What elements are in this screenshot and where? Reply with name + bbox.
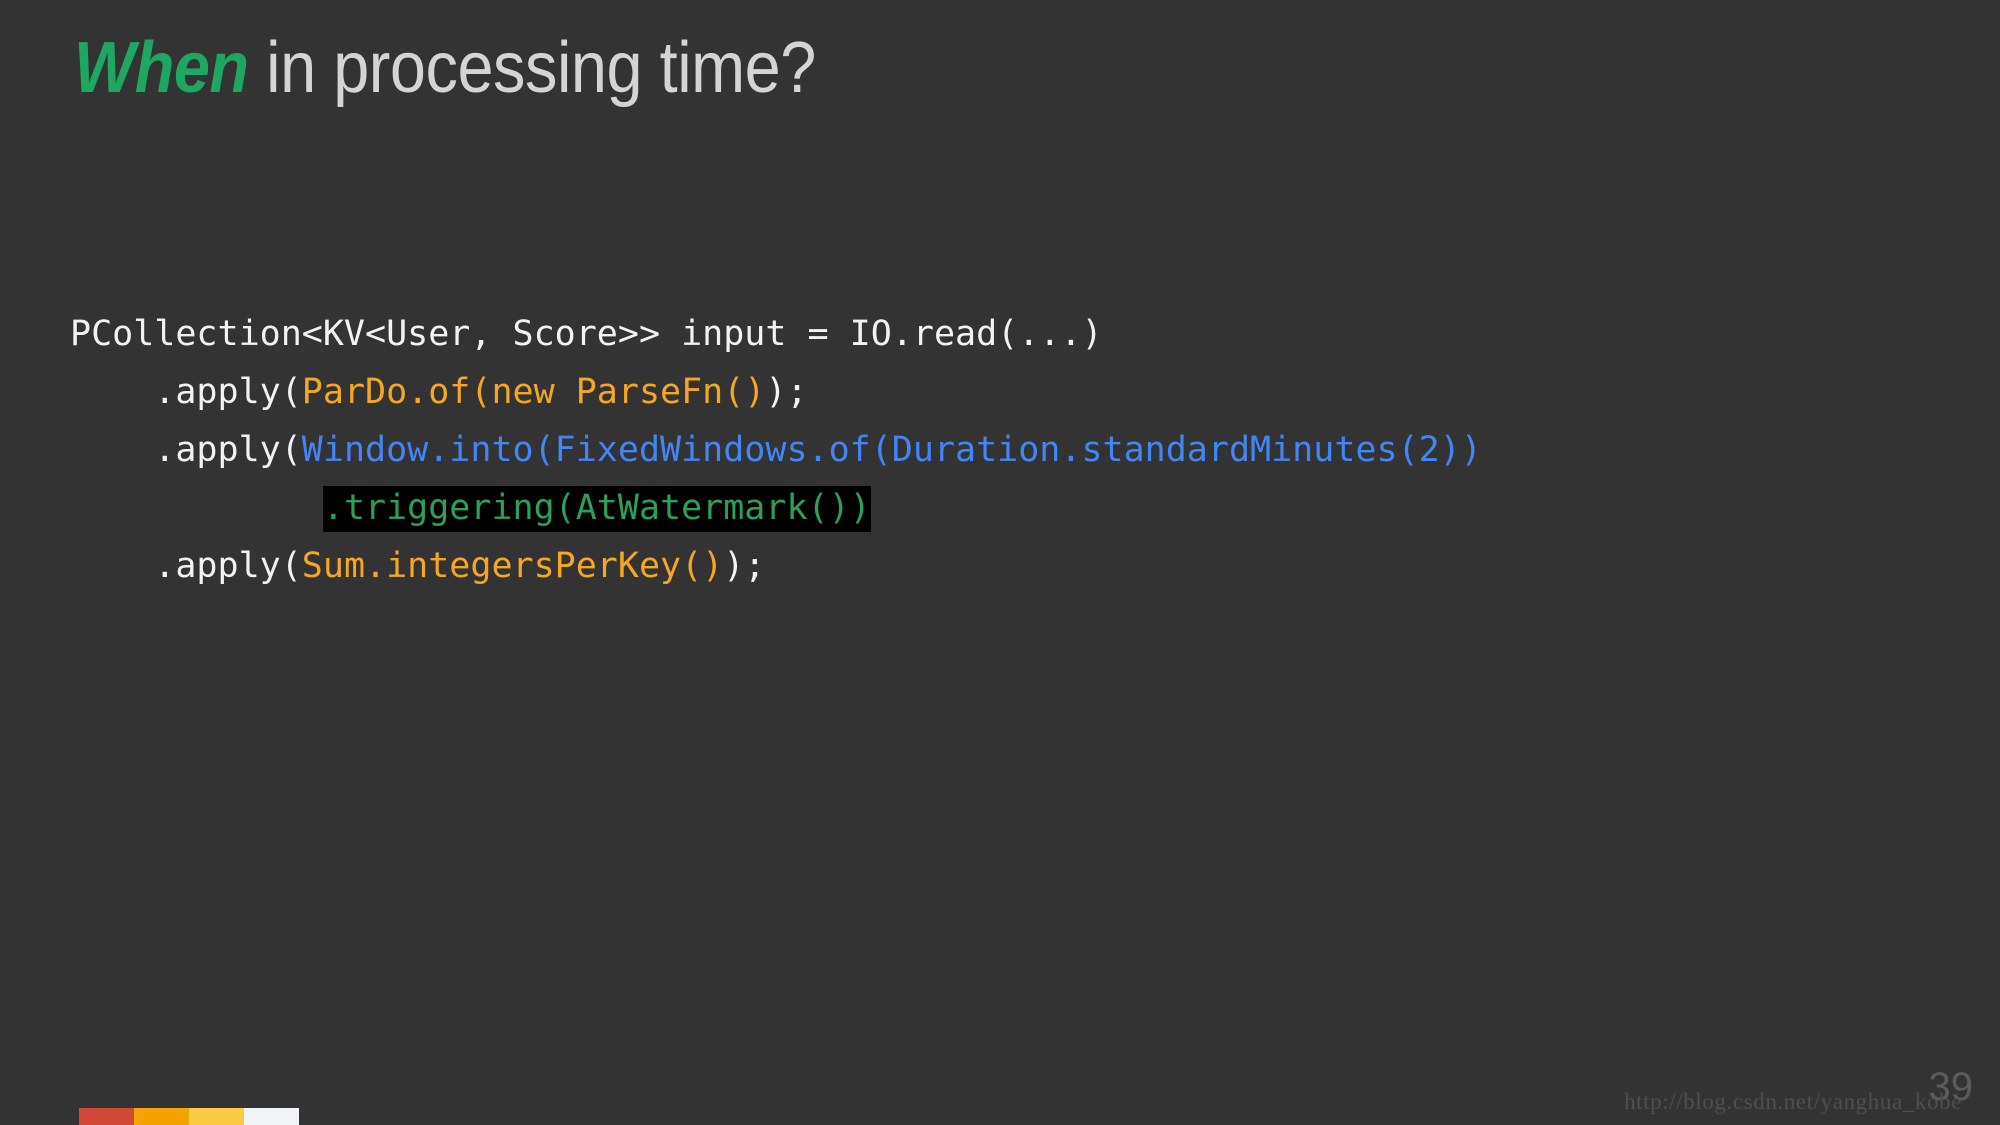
- slide-canvas: { "slide": { "background_color": "#33333…: [0, 0, 2000, 1125]
- decorative-color-bars: [79, 1108, 299, 1125]
- page-title-rest: in processing time?: [248, 28, 816, 108]
- bar-red: [79, 1108, 134, 1125]
- code-token: Sum.integersPerKey(): [301, 546, 724, 586]
- code-line: .apply(Sum.integersPerKey());: [70, 537, 1482, 595]
- code-token: );: [723, 546, 766, 586]
- code-token: );: [765, 372, 808, 412]
- code-block: PCollection<KV<User, Score>> input = IO.…: [70, 305, 1482, 595]
- code-line: .apply(ParDo.of(new ParseFn());: [70, 363, 1482, 421]
- bar-orange: [134, 1108, 189, 1125]
- page-title-accent: When: [74, 28, 249, 108]
- code-token: PCollection<KV<User, Score>> input = IO.…: [70, 314, 1103, 354]
- source-watermark: http://blog.csdn.net/yanghua_kobe: [1624, 1089, 1962, 1114]
- bar-yellow: [189, 1108, 244, 1125]
- code-token: .apply(: [70, 430, 302, 470]
- code-line: PCollection<KV<User, Score>> input = IO.…: [70, 305, 1482, 363]
- page-title: When in processing time?: [74, 28, 816, 109]
- code-token: .apply(: [70, 546, 302, 586]
- code-token: .triggering(AtWatermark()): [322, 486, 871, 532]
- code-token: .apply(: [70, 372, 302, 412]
- code-line: .triggering(AtWatermark()): [70, 479, 1482, 537]
- code-token: Window.into(FixedWindows.of(Duration.sta…: [301, 430, 1482, 470]
- bar-white: [244, 1108, 299, 1125]
- code-token: ParDo.of(new ParseFn(): [301, 372, 766, 412]
- code-line: .apply(Window.into(FixedWindows.of(Durat…: [70, 421, 1482, 479]
